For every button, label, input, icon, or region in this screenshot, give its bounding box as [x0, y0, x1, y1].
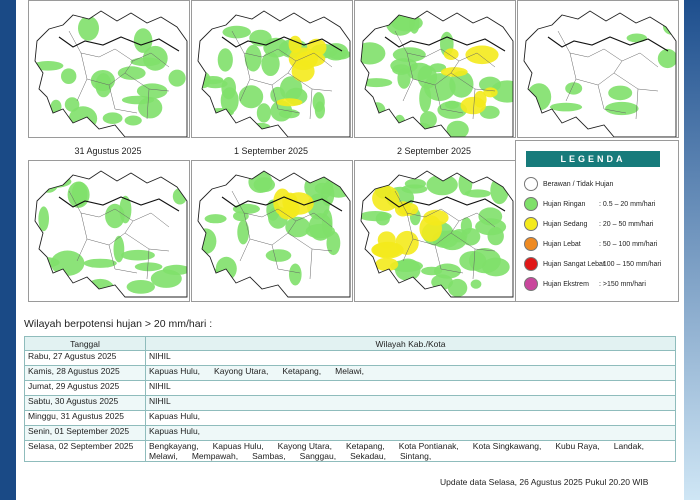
rainfall-map: [28, 160, 190, 302]
legend-box: LEGENDA Berawan / Tidak Hujan Hujan Ringa…: [515, 140, 679, 302]
map-date-title: 31 Agustus 2025: [74, 146, 142, 156]
region-name: Ketapang,: [346, 441, 385, 451]
legend-color-swatch: [524, 277, 538, 291]
legend-label: Hujan Ekstrem: [543, 280, 589, 288]
region-name: Sanggau,: [299, 451, 337, 461]
legend-range: : 50 – 100 mm/hari: [599, 240, 658, 248]
legend-label: Hujan Sangat Lebat: [543, 260, 605, 268]
region-name: Kapuas Hulu,: [149, 411, 201, 421]
map-date-title: 1 September 2025: [233, 146, 309, 156]
legend-color-swatch: [524, 197, 538, 211]
rainfall-map: [191, 0, 353, 138]
map-date-title: 2 September 2025: [396, 146, 472, 156]
table-row: Rabu, 27 Agustus 2025 NIHIL: [24, 350, 676, 366]
legend-item: Hujan Sangat Lebat: 100 – 150 mm/hari: [524, 257, 661, 271]
region-name: Bengkayang,: [149, 441, 199, 451]
region-name: Melawi,: [335, 366, 364, 376]
row-regions: Kapuas Hulu,: [145, 410, 676, 426]
legend-label: Hujan Lebat: [543, 240, 581, 248]
legend-title: LEGENDA: [526, 151, 660, 167]
region-name: Kapuas Hulu,: [149, 366, 201, 376]
table-row: Selasa, 02 September 2025 Bengkayang, Kapu…: [24, 440, 676, 462]
row-regions: Bengkayang, Kapuas Hulu, Kayong Utara, Keta…: [145, 440, 676, 462]
header-region: Wilayah Kab./Kota: [145, 336, 676, 351]
row-regions: NIHIL: [145, 350, 676, 366]
row-regions: NIHIL: [145, 380, 676, 396]
region-name: Kota Singkawang,: [472, 441, 542, 451]
row-regions: NIHIL: [145, 395, 676, 411]
row-date: Senin, 01 September 2025: [24, 425, 146, 441]
rain-region-table: Tanggal Wilayah Kab./Kota Rabu, 27 Agust…: [24, 336, 676, 462]
legend-item: Hujan Ringan : 0.5 – 20 mm/hari: [524, 197, 655, 211]
region-name: Kapuas Hulu,: [149, 426, 201, 436]
row-regions: Kapuas Hulu, Kayong Utara, Ketapang, Melawi…: [145, 365, 676, 381]
region-name: Mempawah,: [191, 451, 239, 461]
legend-range: : 100 – 150 mm/hari: [599, 260, 662, 268]
row-date: Selasa, 02 September 2025: [24, 440, 146, 462]
legend-color-swatch: [524, 177, 538, 191]
region-name: NIHIL: [149, 351, 171, 361]
legend-item: Hujan Lebat : 50 – 100 mm/hari: [524, 237, 657, 251]
legend-label: Berawan / Tidak Hujan: [543, 180, 614, 188]
row-regions: Kapuas Hulu,: [145, 425, 676, 441]
table-row: Kamis, 28 Agustus 2025 Kapuas Hulu, Kayong…: [24, 365, 676, 381]
row-date: Minggu, 31 Agustus 2025: [24, 410, 146, 426]
rainfall-map: [191, 160, 353, 302]
region-name: Sambas,: [252, 451, 286, 461]
legend-label: Hujan Ringan: [543, 200, 586, 208]
header-date: Tanggal: [24, 336, 146, 351]
legend-item: Hujan Ekstrem : >150 mm/hari: [524, 277, 646, 291]
region-name: Ketapang,: [282, 366, 322, 376]
region-name: NIHIL: [149, 381, 171, 391]
table-row: Sabtu, 30 Agustus 2025 NIHIL: [24, 395, 676, 411]
rainfall-map: [517, 0, 679, 138]
table-row: Minggu, 31 Agustus 2025 Kapuas Hulu,: [24, 410, 676, 426]
region-name: NIHIL: [149, 396, 171, 406]
legend-item: Berawan / Tidak Hujan: [524, 177, 613, 191]
row-date: Rabu, 27 Agustus 2025: [24, 350, 146, 366]
legend-color-swatch: [524, 257, 538, 271]
rain-region-heading: Wilayah berpotensi hujan > 20 mm/hari :: [24, 318, 213, 330]
update-timestamp: Update data Selasa, 26 Agustus 2025 Puku…: [440, 477, 649, 487]
region-name: Sintang,: [400, 451, 432, 461]
legend-label: Hujan Sedang: [543, 220, 588, 228]
right-background-stripe: [682, 0, 700, 500]
legend-range: : 20 – 50 mm/hari: [599, 220, 654, 228]
rainfall-map: [354, 160, 516, 302]
region-name: Kayong Utara,: [214, 366, 269, 376]
legend-color-swatch: [524, 237, 538, 251]
rainfall-map: [28, 0, 190, 138]
legend-range: : 0.5 – 20 mm/hari: [599, 200, 656, 208]
legend-range: : >150 mm/hari: [599, 280, 646, 288]
region-name: Kubu Raya,: [555, 441, 600, 451]
row-date: Jumat, 29 Agustus 2025: [24, 380, 146, 396]
region-name: Melawi,: [149, 451, 178, 461]
left-background-stripe: [0, 0, 16, 500]
row-date: Kamis, 28 Agustus 2025: [24, 365, 146, 381]
table-row: Senin, 01 September 2025 Kapuas Hulu,: [24, 425, 676, 441]
legend-item: Hujan Sedang : 20 – 50 mm/hari: [524, 217, 653, 231]
row-date: Sabtu, 30 Agustus 2025: [24, 395, 146, 411]
region-name: Kapuas Hulu,: [212, 441, 264, 451]
region-name: Landak,: [613, 441, 644, 451]
table-row: Jumat, 29 Agustus 2025 NIHIL: [24, 380, 676, 396]
region-name: Kayong Utara,: [277, 441, 333, 451]
legend-color-swatch: [524, 217, 538, 231]
region-name: Kota Pontianak,: [398, 441, 459, 451]
rainfall-map: [354, 0, 516, 138]
region-name: Sekadau,: [350, 451, 386, 461]
